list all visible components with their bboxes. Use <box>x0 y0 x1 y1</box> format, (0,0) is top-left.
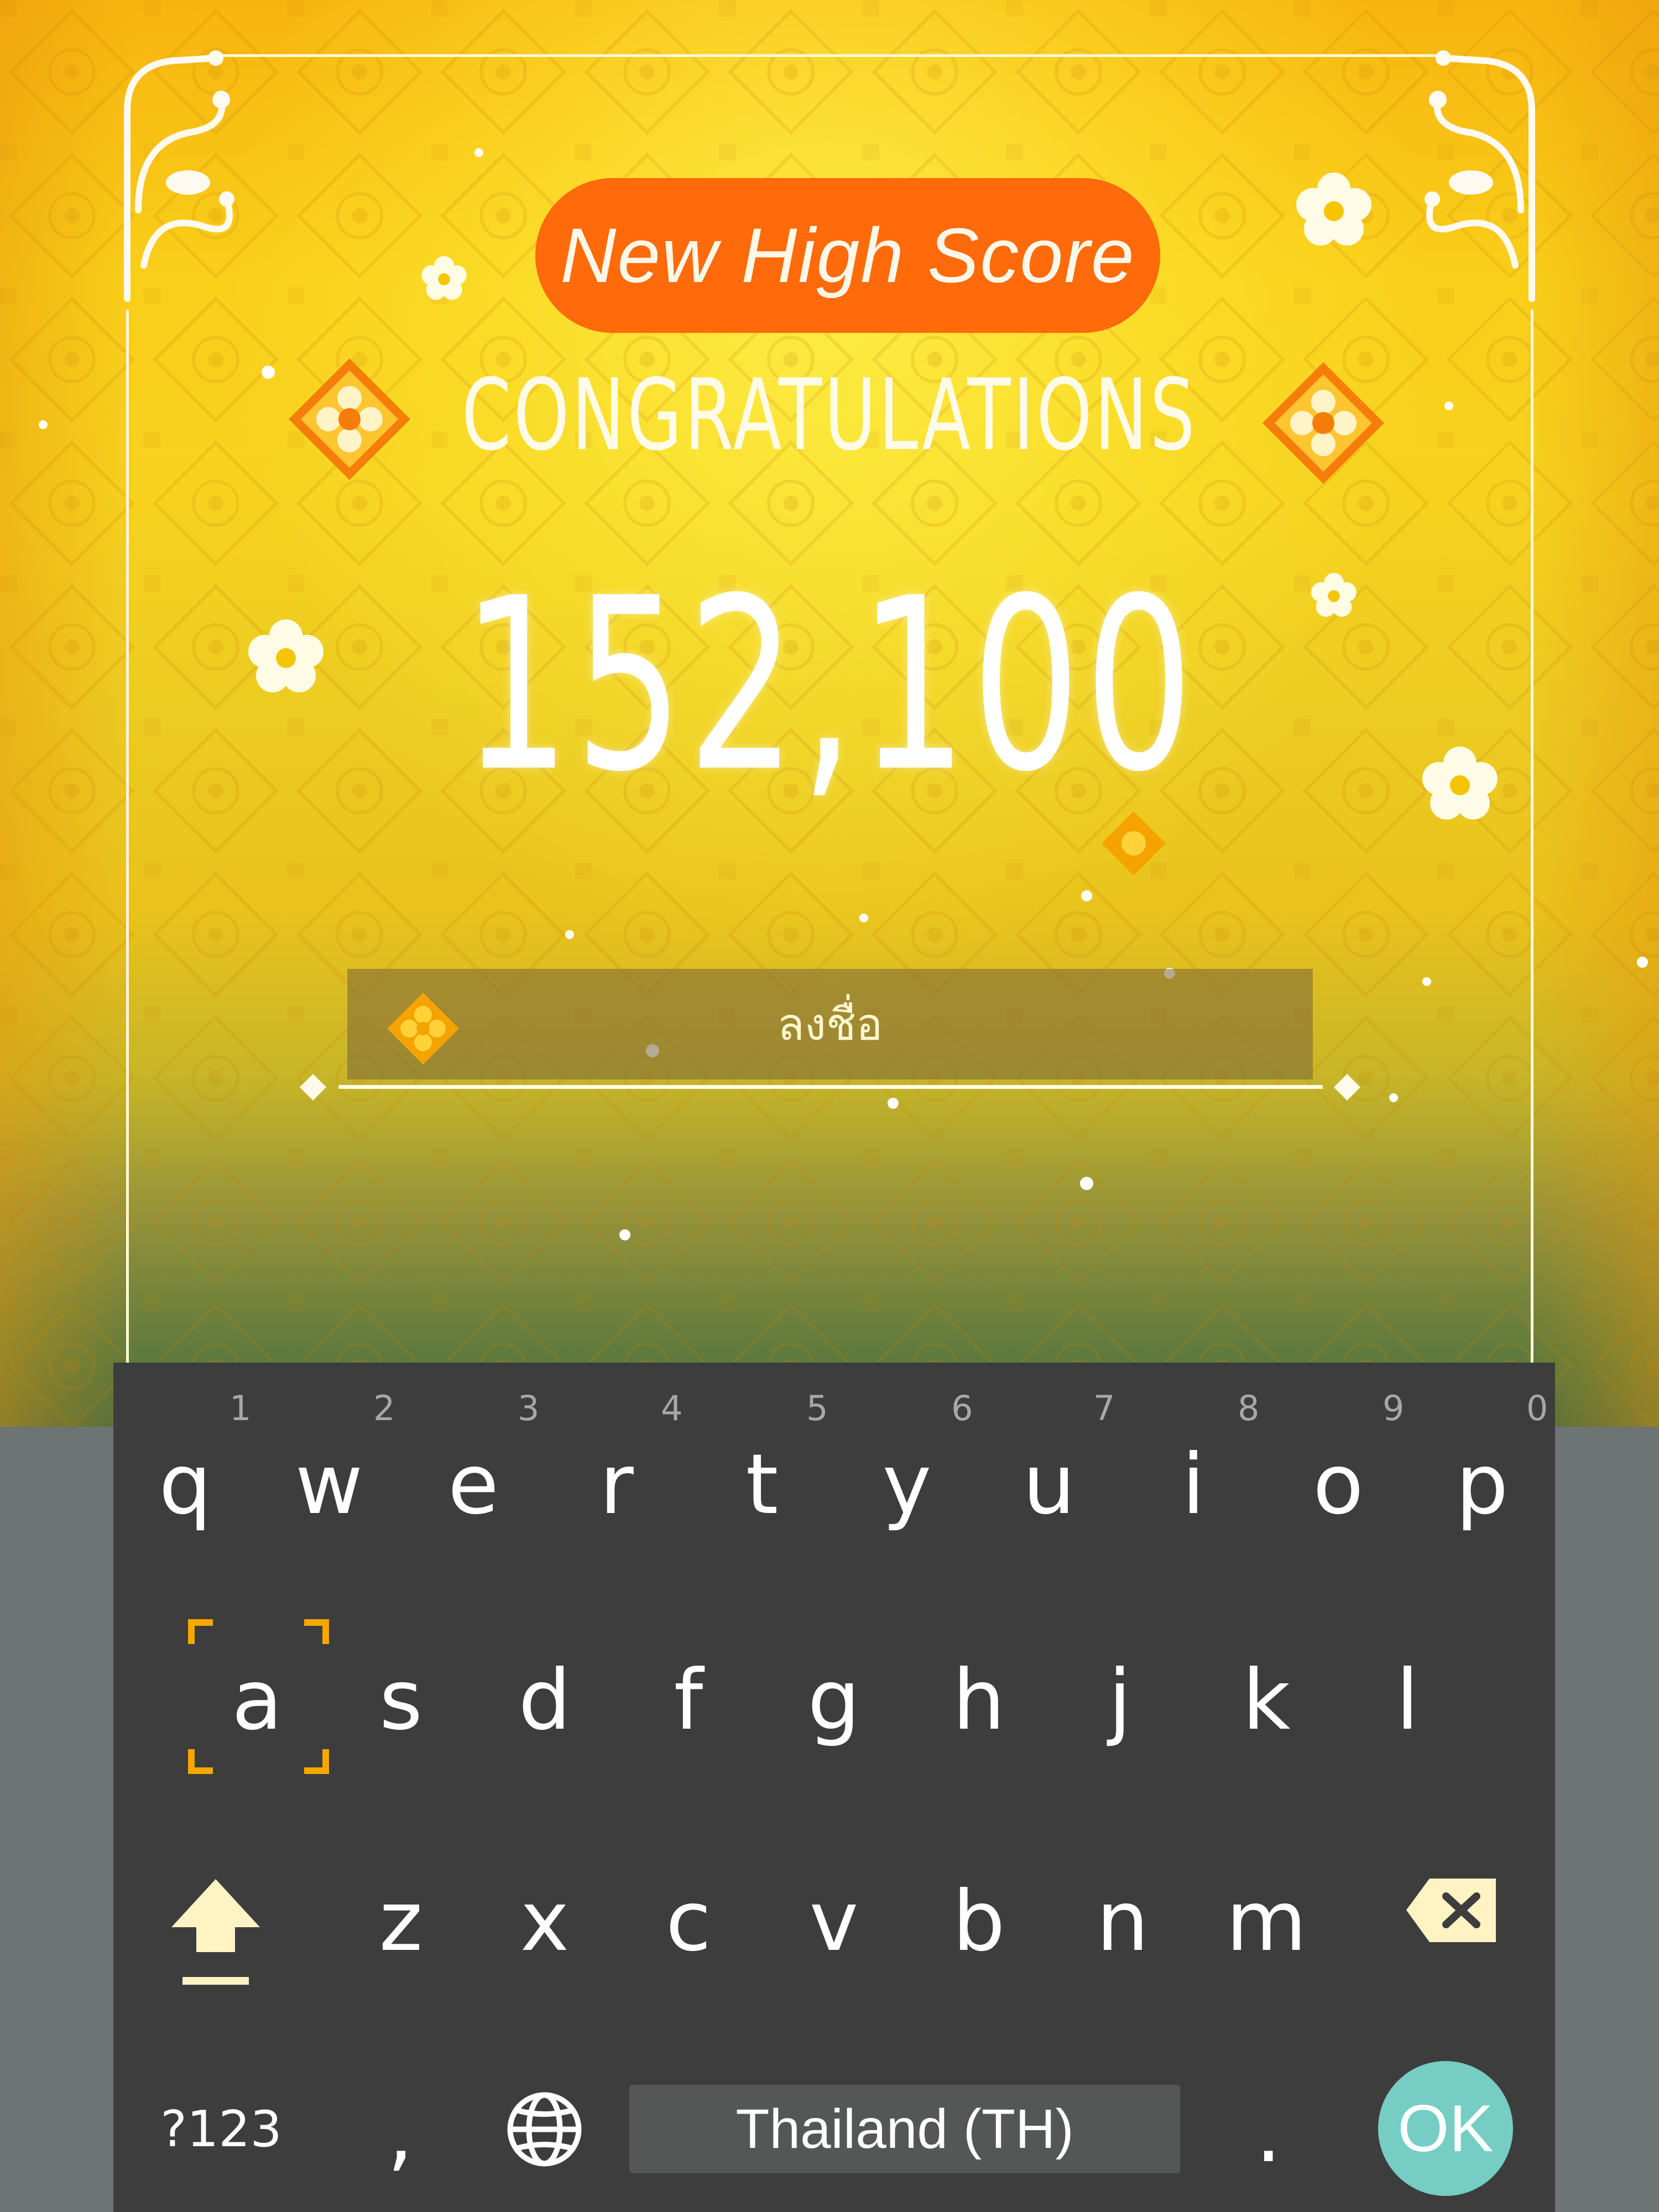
key-label: q <box>159 1437 212 1533</box>
corner-ornament-left <box>124 50 234 302</box>
ok-button[interactable]: OK <box>1378 2061 1513 2196</box>
key-n[interactable]: n <box>1073 1853 1172 1963</box>
key-l[interactable]: l <box>1358 1631 1457 1742</box>
key-r[interactable]: r <box>567 1416 666 1526</box>
key-label: e <box>447 1437 499 1533</box>
key-p[interactable]: p <box>1432 1416 1532 1526</box>
backspace-icon[interactable] <box>1405 1876 1499 1945</box>
key-label: p <box>1455 1437 1509 1533</box>
diamond-ornament-right <box>1262 362 1384 484</box>
key-w[interactable]: w <box>279 1416 379 1526</box>
key-h[interactable]: h <box>929 1631 1029 1742</box>
key-hint-number: 5 <box>806 1388 828 1428</box>
key-y[interactable]: y <box>857 1416 957 1526</box>
key-hint-number: 4 <box>661 1388 683 1428</box>
corner-ornament-right <box>1425 50 1535 302</box>
key-u[interactable]: u <box>999 1416 1099 1526</box>
diamond-ornament-left <box>289 358 410 480</box>
high-score-value: 152,100 <box>461 547 1198 824</box>
badge-label: New High Score <box>560 212 1135 299</box>
comma-key[interactable]: , <box>387 2085 414 2181</box>
key-o[interactable]: o <box>1288 1416 1388 1526</box>
key-label: o <box>1313 1437 1364 1533</box>
key-z[interactable]: z <box>351 1853 451 1963</box>
key-label: r <box>599 1437 634 1533</box>
frame-right-line <box>1531 310 1533 1416</box>
key-s[interactable]: s <box>351 1631 451 1742</box>
key-f[interactable]: f <box>639 1631 738 1742</box>
name-input-underline <box>338 1085 1323 1089</box>
symbols-key[interactable]: ?123 <box>160 2096 282 2162</box>
key-label: u <box>1022 1437 1076 1533</box>
key-m[interactable]: m <box>1217 1853 1316 1963</box>
congratulations-heading: CONGRATULATIONS <box>461 357 1198 472</box>
shift-icon[interactable] <box>166 1875 265 1991</box>
key-k[interactable]: k <box>1217 1631 1316 1742</box>
key-hint-number: 2 <box>373 1388 395 1428</box>
space-bar[interactable]: Thailand (TH) <box>629 2085 1180 2173</box>
key-focus-indicator <box>188 1619 329 1774</box>
key-x[interactable]: x <box>495 1853 594 1963</box>
key-label: w <box>295 1437 363 1533</box>
name-input-placeholder[interactable]: ลงชื่อ <box>347 969 1313 1079</box>
key-t[interactable]: t <box>712 1416 812 1526</box>
key-hint-number: 6 <box>951 1388 973 1428</box>
key-hint-number: 9 <box>1383 1388 1405 1428</box>
globe-icon[interactable] <box>504 2089 585 2169</box>
key-d[interactable]: d <box>495 1631 594 1742</box>
key-g[interactable]: g <box>784 1631 884 1742</box>
key-hint-number: 0 <box>1526 1388 1548 1428</box>
key-hint-number: 3 <box>518 1388 540 1428</box>
key-e[interactable]: e <box>424 1416 523 1526</box>
frame-left-line <box>126 310 129 1416</box>
key-c[interactable]: c <box>639 1853 738 1963</box>
key-b[interactable]: b <box>929 1853 1029 1963</box>
key-j[interactable]: j <box>1070 1631 1170 1742</box>
key-hint-number: 7 <box>1093 1388 1115 1428</box>
key-q[interactable]: q <box>135 1416 235 1526</box>
new-high-score-badge: New High Score <box>535 178 1160 333</box>
key-label: y <box>882 1437 932 1533</box>
key-hint-number: 8 <box>1238 1388 1260 1428</box>
key-label: t <box>745 1437 779 1533</box>
key-v[interactable]: v <box>784 1853 884 1963</box>
period-key[interactable]: . <box>1255 2085 1282 2181</box>
key-label: i <box>1182 1437 1205 1533</box>
key-i[interactable]: i <box>1144 1416 1243 1526</box>
frame-top-line <box>210 54 1449 57</box>
key-hint-number: 1 <box>229 1388 252 1428</box>
